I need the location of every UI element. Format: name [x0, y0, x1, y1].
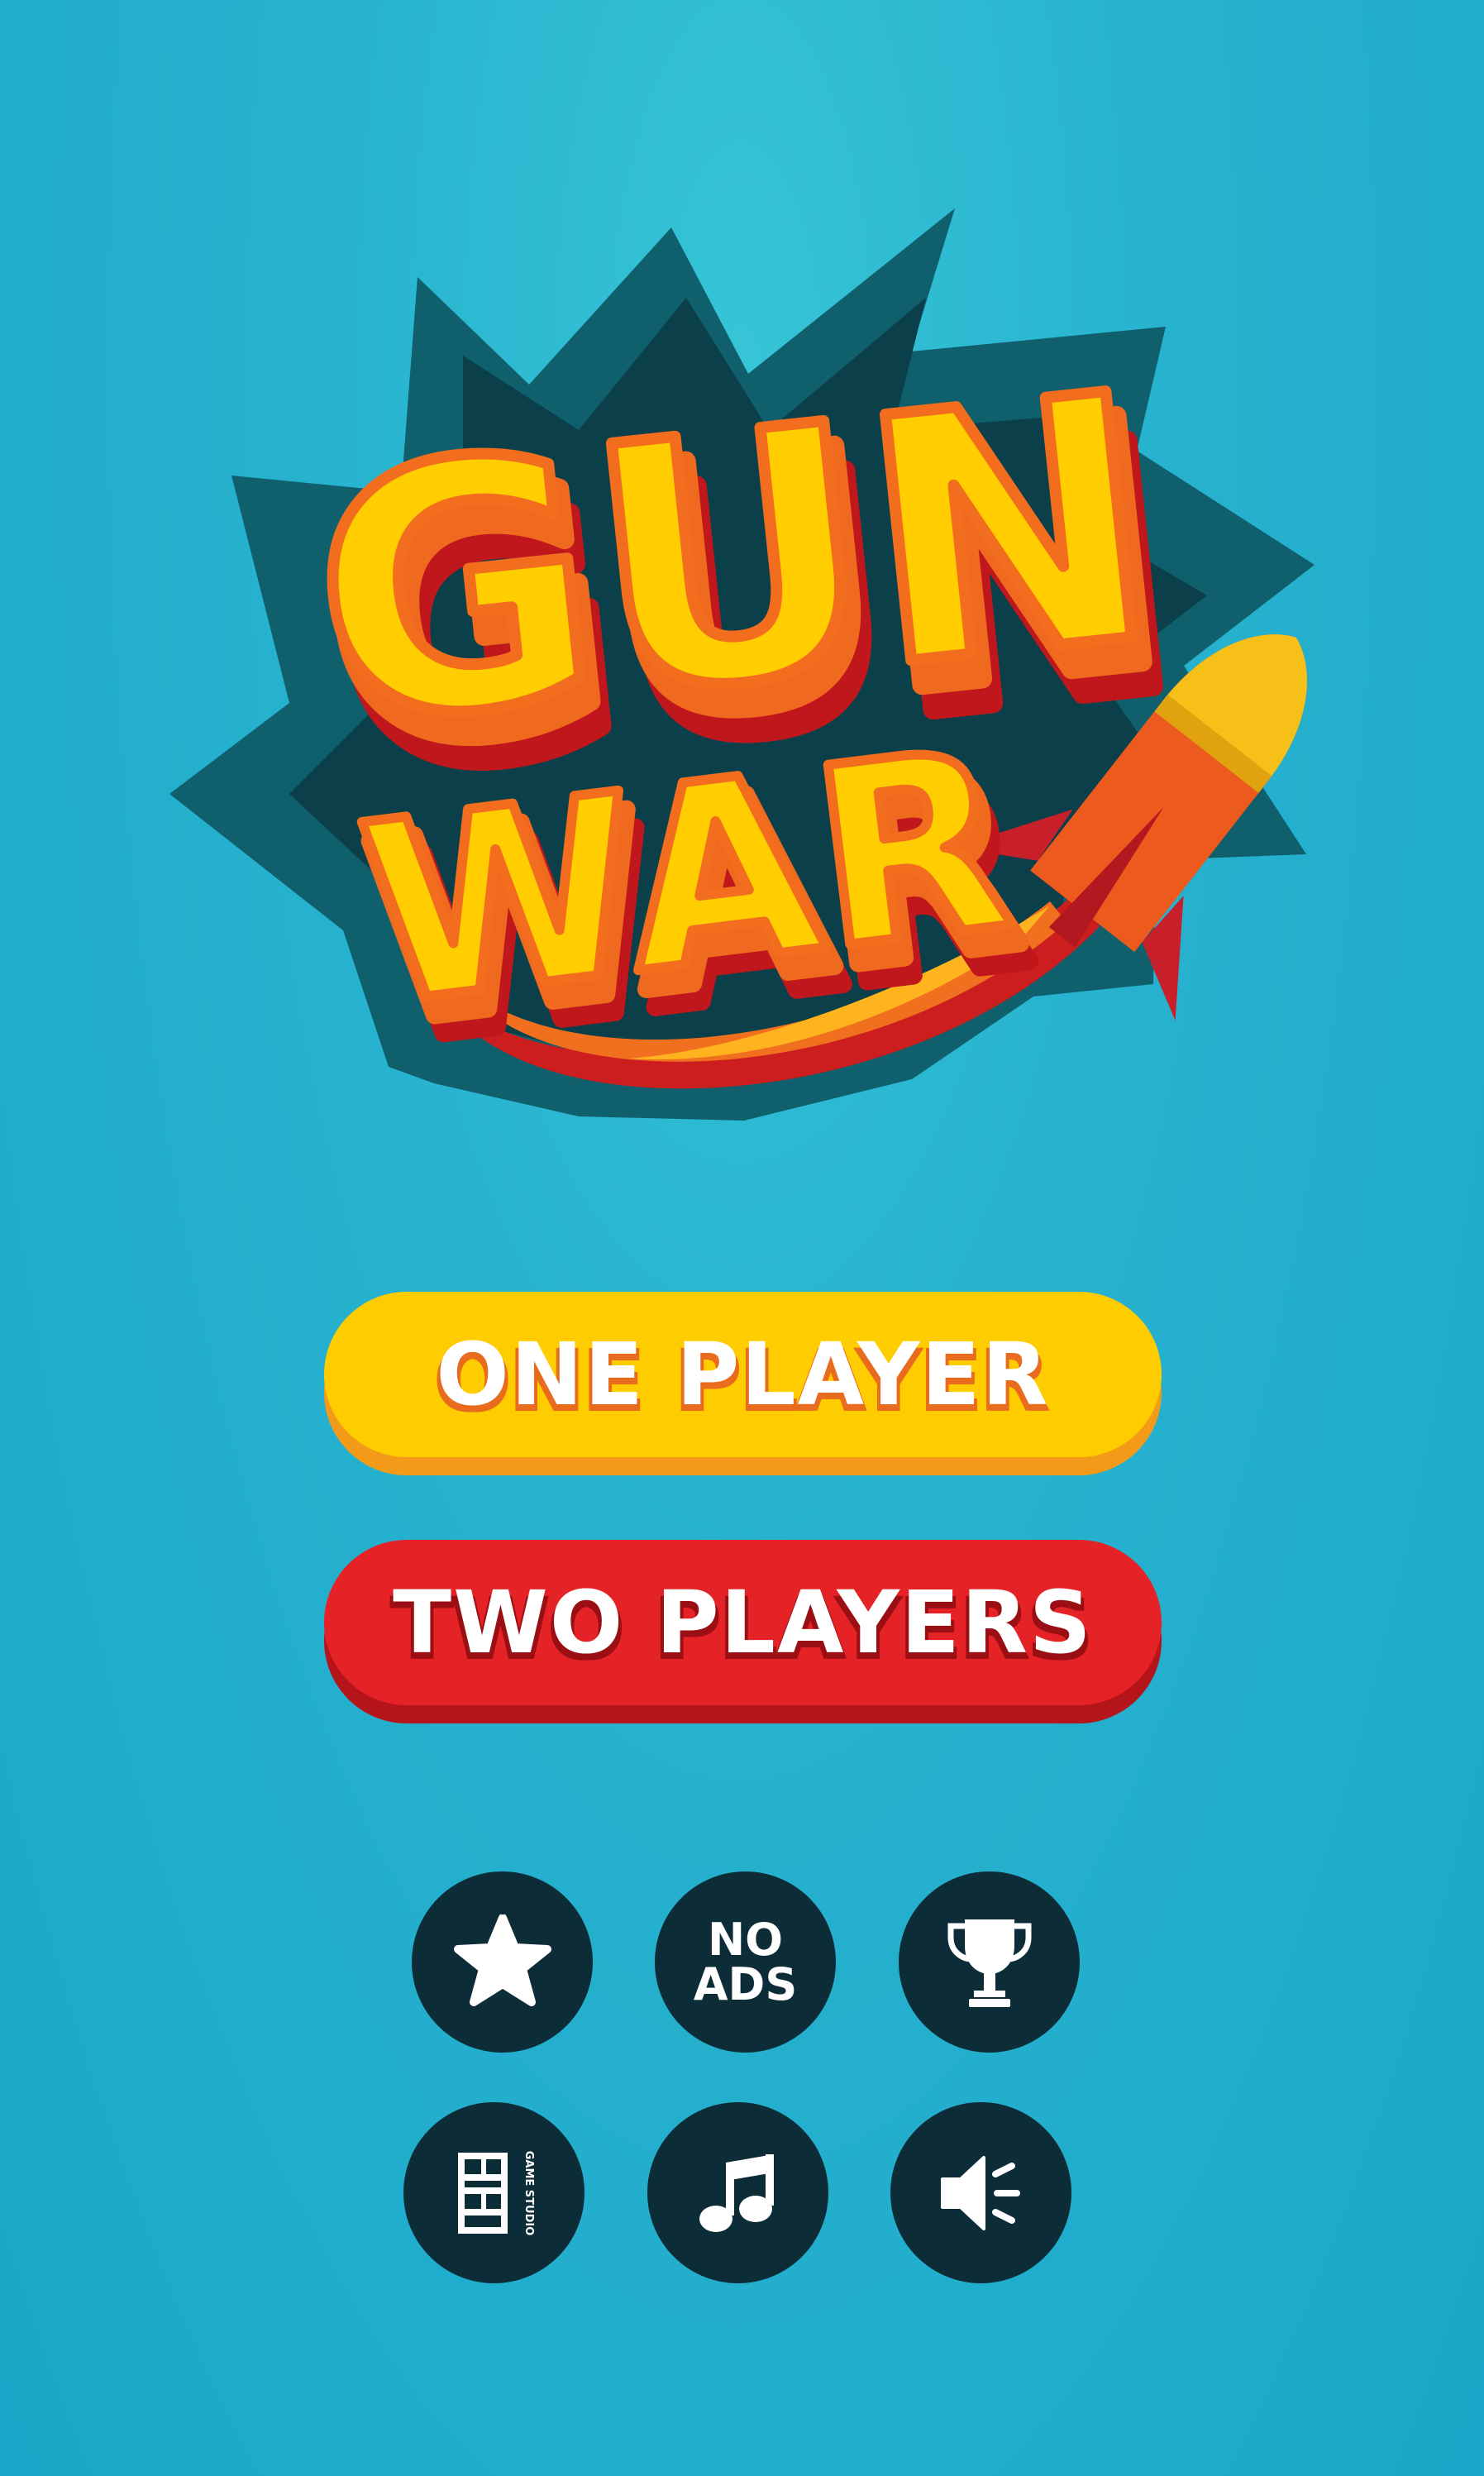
two-players-button[interactable]: TWO PLAYERS: [324, 1540, 1162, 1705]
one-player-button[interactable]: ONE PLAYER: [324, 1292, 1162, 1457]
no-ads-line1: NO: [707, 1913, 784, 1966]
star-icon: [453, 1914, 551, 2006]
sound-toggle-button[interactable]: [890, 2102, 1071, 2283]
studio-button[interactable]: GAME STUDIO: [403, 2102, 585, 2283]
trophy-icon: [947, 1919, 1031, 2007]
game-logo: GUN GUN GUN WAR WAR WAR: [169, 208, 1315, 1121]
sound-icon: [940, 2155, 1020, 2230]
two-players-label: TWO PLAYERS: [393, 1572, 1093, 1673]
music-toggle-button[interactable]: [647, 2102, 828, 2283]
one-player-label: ONE PLAYER: [436, 1324, 1050, 1425]
leaderboard-button[interactable]: [899, 1871, 1080, 2053]
no-ads-line2: ADS: [693, 1957, 798, 2010]
no-ads-button[interactable]: NO ADS: [655, 1871, 836, 2053]
rate-button[interactable]: [412, 1871, 593, 2053]
no-ads-icon: NO ADS: [693, 1913, 798, 2010]
music-icon: [699, 2153, 774, 2232]
svg-text:GAME STUDIO: GAME STUDIO: [523, 2150, 535, 2235]
studio-logo-icon: GAME STUDIO: [457, 2150, 535, 2235]
